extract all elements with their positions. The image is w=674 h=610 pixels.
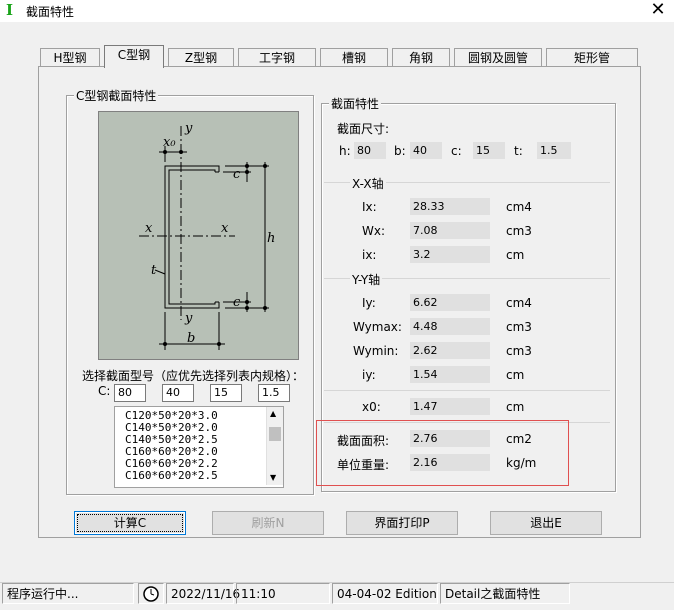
status-edition: 04-04-02 Edition [332, 583, 438, 604]
wymax-unit: cm3 [506, 320, 532, 334]
label-b: b [187, 331, 195, 346]
label-t: t [151, 263, 157, 278]
radius-x-unit: cm [506, 248, 525, 262]
wx-value: 7.08 [410, 222, 490, 239]
wx-label: Wx: [362, 224, 386, 238]
tab-rect-tube[interactable]: 矩形管 [546, 48, 638, 67]
ix-unit: cm4 [506, 200, 532, 214]
label-x-right: x [221, 221, 229, 236]
radius-y-label: iy: [362, 368, 376, 382]
print-button[interactable]: 界面打印P [346, 511, 458, 535]
tab-h-steel[interactable]: H型钢 [40, 48, 100, 67]
clock-icon [138, 583, 164, 604]
app-icon: I [6, 1, 14, 19]
c-section-drawing: x₀ y c x x h t c y b [139, 121, 275, 350]
radius-x-label: ix: [362, 248, 377, 262]
section-list[interactable]: C120*50*20*3.0 C140*50*20*2.0 C140*50*20… [114, 406, 284, 488]
tab-z-steel[interactable]: Z型钢 [168, 48, 234, 67]
dim-label-h: h: [339, 144, 351, 158]
radius-y-unit: cm [506, 368, 525, 382]
ix-label: Ix: [362, 200, 377, 214]
highlight-annotation [316, 420, 569, 486]
input-t[interactable]: 1.5 [258, 384, 290, 402]
input-h[interactable]: 80 [114, 384, 146, 402]
input-c[interactable]: 15 [210, 384, 242, 402]
calculate-button[interactable]: 计算C [74, 511, 186, 535]
wymin-label: Wymin: [353, 344, 399, 358]
dim-label-b: b: [394, 144, 406, 158]
label-y-bottom: y [184, 311, 193, 326]
properties-group-title: 截面特性 [329, 95, 382, 112]
tab-i-beam[interactable]: 工字钢 [238, 48, 316, 67]
label-c-top: c [233, 167, 241, 182]
dim-value-c: 15 [473, 142, 505, 159]
wymin-unit: cm3 [506, 344, 532, 358]
radius-y-value: 1.54 [410, 366, 490, 383]
x0-unit: cm [506, 400, 525, 414]
status-date: 2022/11/16 [166, 583, 240, 604]
radius-x-value: 3.2 [410, 246, 490, 263]
label-x-left: x [145, 221, 153, 236]
c-steel-group-title: C型钢截面特性 [74, 87, 159, 104]
scroll-down-icon[interactable]: ▼ [270, 473, 276, 482]
dim-value-b: 40 [410, 142, 442, 159]
scroll-thumb[interactable] [269, 427, 281, 441]
select-caption: 选择截面型号（应优先选择列表内规格）： [82, 369, 305, 383]
section-diagram: x₀ y c x x h t c y b [98, 111, 299, 360]
exit-button[interactable]: 退出E [490, 511, 602, 535]
dim-value-h: 80 [354, 142, 386, 159]
wx-unit: cm3 [506, 224, 532, 238]
status-running: 程序运行中... [2, 583, 134, 604]
status-time: 11:10 [236, 583, 330, 604]
tab-channel[interactable]: 槽钢 [320, 48, 388, 67]
list-scrollbar[interactable]: ▲ ▼ [266, 407, 283, 485]
dim-label-t: t: [514, 144, 523, 158]
dim-label-c: c: [451, 144, 462, 158]
label-c-bottom: c [233, 295, 241, 310]
iy-unit: cm4 [506, 296, 532, 310]
ix-value: 28.33 [410, 198, 490, 215]
label-x0: x₀ [163, 135, 176, 150]
tab-angle[interactable]: 角钢 [392, 48, 450, 67]
status-detail: Detail之截面特性 [440, 583, 570, 604]
input-b[interactable]: 40 [162, 384, 194, 402]
iy-value: 6.62 [410, 294, 490, 311]
title-bar [0, 0, 674, 22]
label-h: h [267, 231, 275, 246]
xx-title: X-X轴 [350, 175, 386, 192]
x0-divider [324, 390, 610, 391]
label-y-top: y [184, 121, 193, 136]
scroll-up-icon[interactable]: ▲ [270, 409, 276, 418]
close-button[interactable]: ✕ [646, 0, 670, 22]
x0-label: x0: [362, 400, 381, 414]
wymax-label: Wymax: [353, 320, 402, 334]
yy-title: Y-Y轴 [350, 271, 383, 288]
list-item[interactable]: C160*60*20*2.5 [125, 470, 218, 482]
x0-value: 1.47 [410, 398, 490, 415]
wymax-value: 4.48 [410, 318, 490, 335]
dim-value-t: 1.5 [537, 142, 571, 159]
c-label: C: [98, 384, 111, 398]
size-caption: 截面尺寸: [337, 122, 390, 136]
iy-label: Iy: [362, 296, 376, 310]
wymin-value: 2.62 [410, 342, 490, 359]
tab-c-steel[interactable]: C型钢 [104, 45, 164, 68]
window-title: 截面特性 [26, 5, 75, 19]
refresh-button[interactable]: 刷新N [212, 511, 324, 535]
tab-round[interactable]: 圆钢及圆管 [454, 48, 542, 67]
